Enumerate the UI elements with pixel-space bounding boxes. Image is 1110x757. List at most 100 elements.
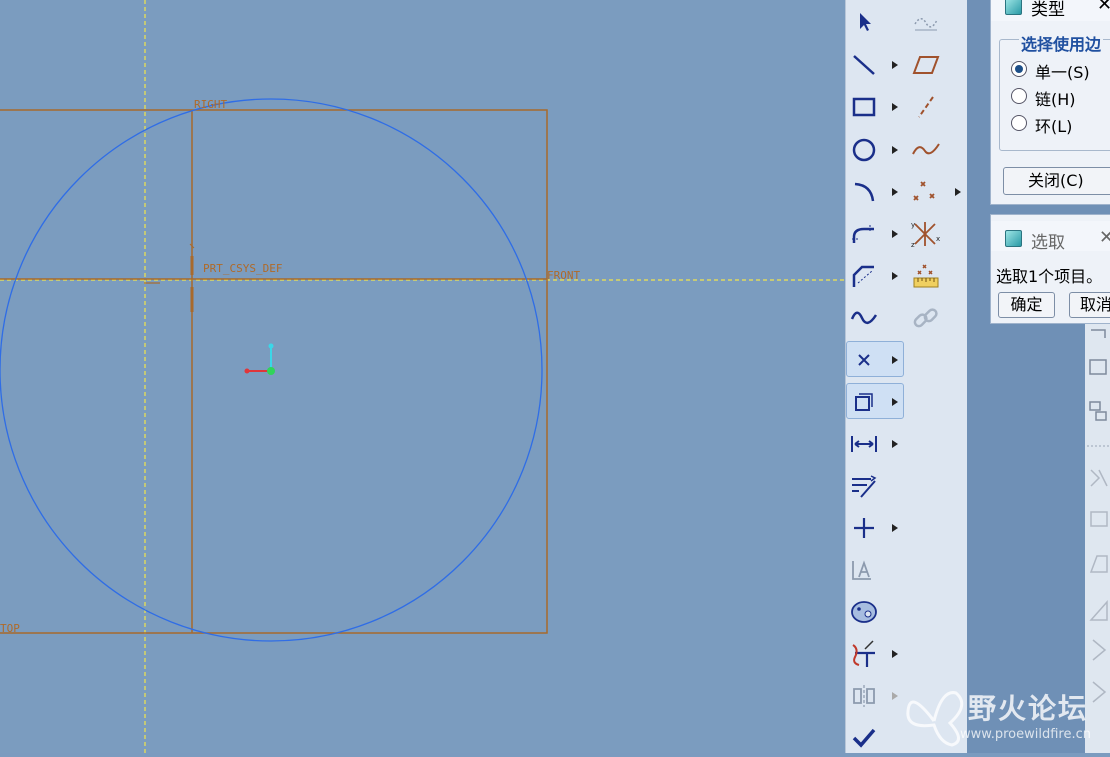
select-dialog: 选取 ✕ 选取1个项目。 确定 取消 xyxy=(990,214,1110,324)
line-icon xyxy=(853,55,875,75)
sketch-canvas[interactable]: RIGHT FRONT TOP PRT_CSYS_DEF xyxy=(0,0,845,753)
offset-edge-icon xyxy=(855,393,873,411)
svg-text:y: y xyxy=(911,221,915,229)
butterfly-logo xyxy=(906,691,964,747)
text-tool-button[interactable] xyxy=(848,553,880,587)
rectangle-tool-button[interactable] xyxy=(848,90,880,124)
geometry-spline-icon xyxy=(912,143,940,155)
watermark-name: 野火论坛 xyxy=(968,692,1089,725)
svg-text:x: x xyxy=(936,235,940,243)
select-tool-button[interactable] xyxy=(848,5,880,39)
select-dialog-titlebar[interactable]: 选取 ✕ xyxy=(991,221,1110,253)
mirror-tool-button[interactable] xyxy=(848,679,880,713)
circle-flyout-icon[interactable] xyxy=(891,145,899,155)
radio-single[interactable] xyxy=(1011,61,1027,77)
spline-icon xyxy=(850,311,878,324)
watermark-url: www.proewildfire.cn xyxy=(960,727,1091,742)
line-tool-button[interactable] xyxy=(848,48,880,82)
done-check-icon xyxy=(852,728,876,748)
modify-icon xyxy=(852,475,877,498)
triad-x-dot xyxy=(244,368,250,374)
type-dialog: 类型 ✕ 选择使用边 单一(S) 链(H) 环(L) 关闭(C) xyxy=(990,0,1110,205)
select-arrow-icon xyxy=(860,13,871,31)
constraint-flyout-icon[interactable] xyxy=(891,523,899,533)
radio-loop[interactable] xyxy=(1011,115,1027,131)
offset-edge-tool-button[interactable] xyxy=(848,385,880,419)
ruler-points-icon xyxy=(913,264,939,288)
mirror-icon xyxy=(853,685,875,707)
constraint-tool-button[interactable] xyxy=(848,511,880,545)
radio-chain-label: 链(H) xyxy=(1035,90,1076,109)
point-icon xyxy=(858,354,870,366)
select-close-x-icon[interactable]: ✕ xyxy=(1099,227,1110,248)
watermark: 野火论坛 www.proewildfire.cn xyxy=(900,685,1110,753)
radio-chain[interactable] xyxy=(1011,88,1027,104)
coordinate-system-button[interactable]: y x z xyxy=(910,217,942,251)
spline-tool-button[interactable] xyxy=(848,301,880,335)
type-dialog-titlebar[interactable]: 类型 ✕ xyxy=(991,0,1110,21)
geometry-spline-button[interactable] xyxy=(910,133,942,167)
done-tool-button[interactable] xyxy=(848,721,880,755)
datum-label-csys: PRT_CSYS_DEF xyxy=(203,262,282,275)
fillet-icon xyxy=(852,225,874,243)
sketch-display-button[interactable] xyxy=(910,5,942,39)
chamfer-tool-button[interactable] xyxy=(848,259,880,293)
constraint-icon xyxy=(854,518,874,538)
offset-flyout-icon[interactable] xyxy=(891,397,899,407)
wave-dotted-icon xyxy=(914,18,938,31)
parallelogram-icon xyxy=(912,56,940,74)
mirror-flyout-icon[interactable] xyxy=(891,691,899,701)
points-flyout-icon[interactable] xyxy=(954,187,962,197)
palette-icon xyxy=(851,601,877,623)
triad-y-dot xyxy=(268,343,274,349)
centerline-icon xyxy=(918,96,934,118)
sketch-toolbar: y x z xyxy=(845,0,968,753)
arc-icon xyxy=(854,182,875,202)
point-flyout-icon[interactable] xyxy=(891,355,899,365)
datum-label-right: RIGHT xyxy=(194,98,227,111)
rectangle-flyout-icon[interactable] xyxy=(891,102,899,112)
dimension-icon xyxy=(851,436,877,452)
dialog-cube-icon xyxy=(1005,0,1022,15)
fillet-flyout-icon[interactable] xyxy=(891,229,899,239)
svg-text:z: z xyxy=(911,241,915,249)
parallelogram-button[interactable] xyxy=(910,48,942,82)
arc-tool-button[interactable] xyxy=(848,175,880,209)
radio-single-label: 单一(S) xyxy=(1035,63,1090,82)
chamfer-icon xyxy=(852,265,874,287)
chamfer-flyout-icon[interactable] xyxy=(891,271,899,281)
ok-button[interactable]: 确定 xyxy=(998,292,1055,318)
centerline-button[interactable] xyxy=(910,90,942,124)
fillet-tool-button[interactable] xyxy=(848,217,880,251)
triad-origin xyxy=(267,367,275,375)
geometry-points-icon xyxy=(913,181,935,201)
radio-loop-label: 环(L) xyxy=(1035,117,1073,136)
circle-tool-button[interactable] xyxy=(848,133,880,167)
line-flyout-icon[interactable] xyxy=(891,60,899,70)
coordinate-system-icon: y x z xyxy=(911,221,940,249)
arc-flyout-icon[interactable] xyxy=(891,187,899,197)
dimension-tool-button[interactable] xyxy=(848,427,880,461)
datum-label-front: FRONT xyxy=(547,269,580,282)
type-dialog-title: 类型 xyxy=(1031,0,1065,20)
chain-link-button[interactable] xyxy=(910,301,942,335)
trim-flyout-icon[interactable] xyxy=(891,649,899,659)
modify-tool-button[interactable] xyxy=(848,469,880,503)
close-button[interactable]: 关闭(C) xyxy=(1003,167,1110,195)
cancel-button[interactable]: 取消 xyxy=(1069,292,1110,318)
close-x-icon[interactable]: ✕ xyxy=(1097,0,1110,15)
trim-icon xyxy=(852,640,875,667)
select-dialog-title: 选取 xyxy=(1031,233,1065,253)
text-icon xyxy=(852,560,871,580)
selection-group-label: 选择使用边 xyxy=(1019,31,1104,55)
datum-label-top: TOP xyxy=(0,622,20,635)
palette-tool-button[interactable] xyxy=(848,595,880,629)
select-message: 选取1个项目。 xyxy=(996,267,1103,286)
geometry-points-button[interactable] xyxy=(910,175,942,209)
dimension-flyout-icon[interactable] xyxy=(891,439,899,449)
import-palette-button[interactable] xyxy=(910,259,942,293)
point-tool-button[interactable] xyxy=(848,343,880,377)
dialog-cube-icon xyxy=(1005,230,1022,247)
sketch-graphics[interactable]: RIGHT FRONT TOP PRT_CSYS_DEF xyxy=(0,0,845,753)
trim-tool-button[interactable] xyxy=(848,637,880,671)
